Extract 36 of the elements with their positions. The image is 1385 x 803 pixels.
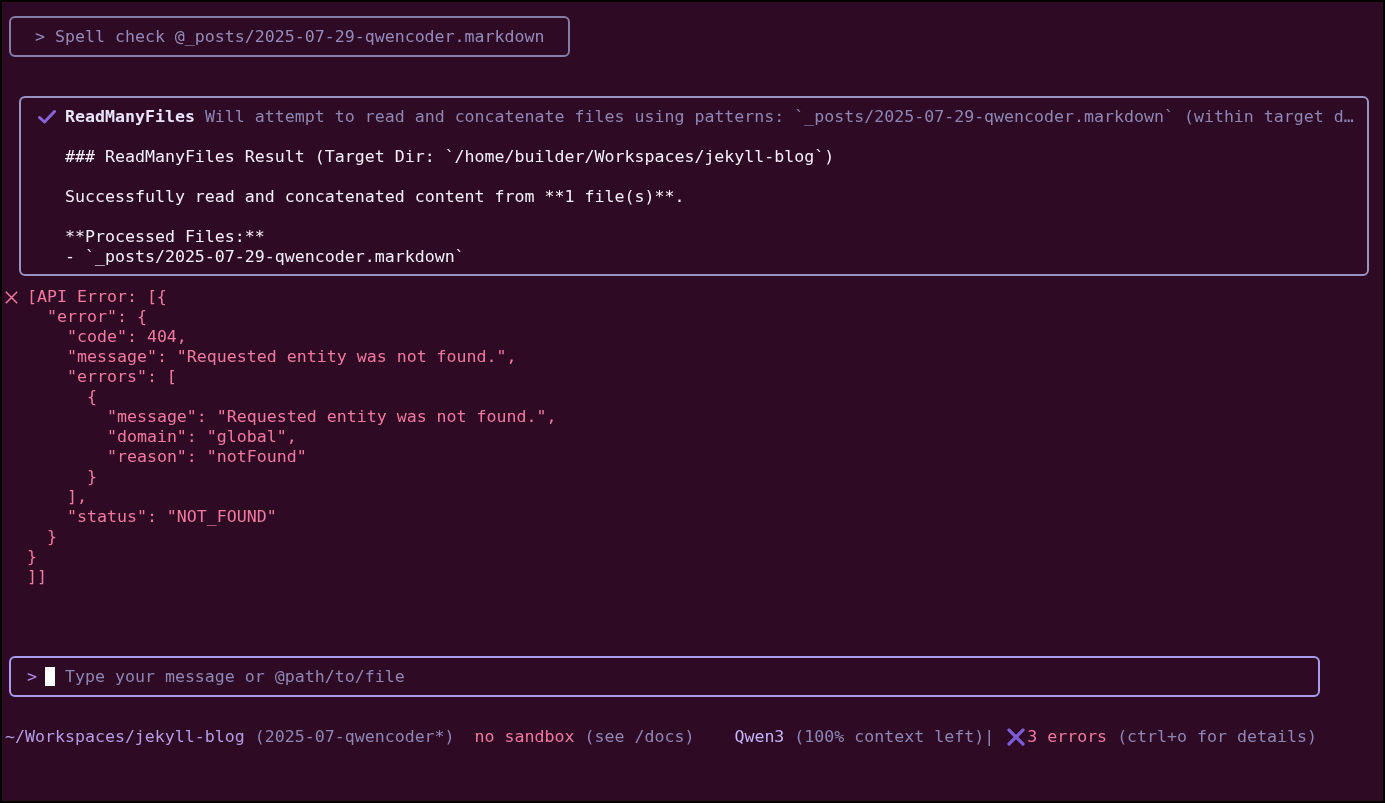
cursor-icon [45, 667, 55, 686]
tool-name: ReadManyFiles [65, 107, 195, 127]
error-line: } [47, 527, 57, 547]
error-line: "domain": "global", [106, 427, 297, 447]
sandbox-status: no sandbox [474, 727, 575, 747]
tool-output-line: Successfully read and concatenated content from **1 file(s)**. [65, 187, 685, 207]
error-cross-icon [5, 291, 18, 304]
tool-output-line: ### ReadManyFiles Result (Target Dir: `/home/builder/Workspaces/jekyll-blog`) [65, 147, 835, 167]
error-line: ]] [27, 567, 47, 587]
sandbox-hint: (see /docs) [584, 727, 695, 747]
error-line: "message": "Requested entity was not found.", [106, 407, 557, 427]
user-message: > Spell check @_posts/2025-07-29-qwencoder.markdown [9, 16, 570, 57]
error-count: 3 errors [1027, 727, 1108, 747]
error-line: } [86, 467, 97, 487]
working-directory: ~/Workspaces/jekyll-blog [5, 727, 245, 747]
model-name: Qwen3 [734, 727, 785, 747]
git-branch: (2025-07-qwencoder*) [254, 727, 455, 747]
error-details-hint: (ctrl+o for details) [1117, 727, 1317, 747]
error-line: "error": { [47, 307, 147, 327]
error-line: "status": "NOT_FOUND" [66, 507, 277, 527]
error-line: "code": 404, [66, 327, 187, 347]
prompt-marker: > [27, 666, 37, 687]
tool-output-line: **Processed Files:** [65, 227, 265, 247]
error-count-icon [1007, 728, 1026, 746]
error-line: } [27, 547, 37, 567]
tool-output-line: - `_posts/2025-07-29-qwencoder.markdown` [65, 247, 465, 267]
tool-description: Will attempt to read and concatenate files using patterns: `_posts/2025-07-29-qwencoder.markdown` (within target d… [204, 107, 1354, 127]
status-separator: | [984, 727, 995, 747]
error-line: ], [66, 487, 87, 507]
error-line: "reason": "notFound" [106, 447, 307, 467]
error-line: { [86, 387, 97, 407]
message-input[interactable]: > Type your message or @path/to/file [9, 656, 1320, 697]
context-remaining: (100% context left) [794, 727, 985, 747]
error-line: "errors": [ [66, 367, 177, 387]
error-line: [API Error: [{ [27, 287, 167, 307]
error-line: "message": "Requested entity was not found.", [66, 347, 517, 367]
